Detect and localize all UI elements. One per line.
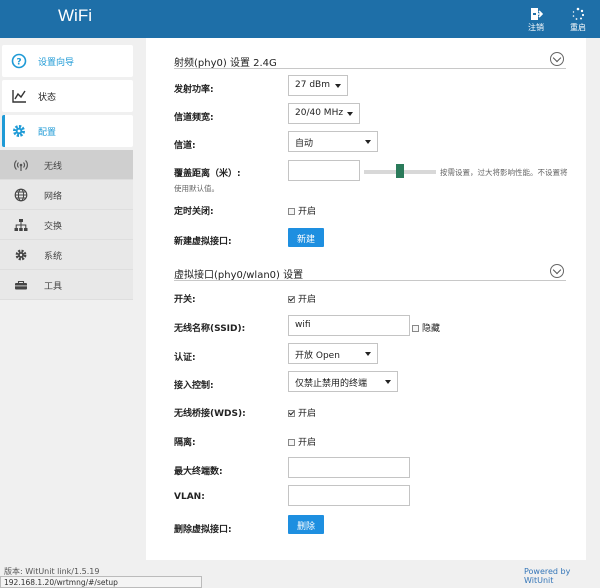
access-control-select[interactable]: 仅禁止禁用的终端 (288, 371, 398, 392)
auth-value: 开放 Open (295, 351, 340, 361)
collapse-vif-section-icon[interactable] (550, 264, 564, 278)
sidebar-item-status[interactable]: 状态 (2, 80, 133, 112)
section-divider (174, 68, 566, 69)
ssid-label: 无线名称(SSID): (174, 324, 246, 334)
sidebar-subitem-label: 工具 (44, 282, 63, 292)
coverage-hint-default: 使用默认值。 (174, 184, 219, 193)
timer-off-option: 开启 (298, 207, 317, 217)
gear-icon (15, 249, 27, 261)
vlan-input[interactable] (288, 485, 410, 506)
isolation-label: 隔离: (174, 438, 196, 448)
radio-section-title: 射频(phy0) 设置 2.4G (174, 58, 277, 69)
max-clients-label: 最大终端数: (174, 467, 223, 477)
timer-off-checkbox[interactable]: 开启 (288, 204, 316, 217)
reboot-button[interactable]: 重启 (563, 7, 593, 33)
coverage-input[interactable] (288, 160, 360, 181)
sidebar-subitem-label: 系统 (44, 252, 63, 262)
powered-by-link[interactable]: Powered by WitUnit (524, 567, 600, 585)
switch-option: 开启 (298, 295, 317, 305)
delete-vif-label: 删除虚拟接口: (174, 525, 232, 535)
sidebar-item-setup-wizard[interactable]: ? 设置向导 (2, 45, 133, 77)
sidebar-item-config[interactable]: 配置 (2, 115, 133, 147)
sidebar-subitem-switch[interactable]: 交换 (0, 210, 133, 240)
hide-option: 隐藏 (422, 324, 441, 334)
checkbox-box[interactable] (288, 439, 295, 446)
coverage-slider-handle[interactable] (396, 164, 404, 178)
sidebar-subitem-label: 网络 (44, 192, 63, 202)
auth-label: 认证: (174, 353, 196, 363)
gear-icon (13, 125, 25, 137)
checkbox-box[interactable] (288, 410, 295, 417)
coverage-label: 覆盖距离（米）: (174, 169, 241, 179)
coverage-hint: 按需设置，过大将影响性能。不设置将 (440, 168, 568, 177)
status-bar-url: 192.168.1.20/wrtmng/#/setup (0, 576, 202, 588)
logout-button[interactable]: 注销 (521, 7, 551, 33)
chevron-down-icon (385, 380, 391, 384)
bandwidth-value: 20/40 MHz (295, 108, 344, 118)
top-header: WiFi 注销 重启 (0, 0, 600, 38)
sidebar: ? 设置向导 状态 配置 无线 网络 交换 系统 工具 (0, 38, 138, 560)
toolbox-icon (15, 280, 27, 290)
wds-option: 开启 (298, 409, 317, 419)
new-vif-button[interactable]: 新建 (288, 228, 325, 247)
isolation-checkbox[interactable]: 开启 (288, 435, 316, 448)
checkbox-box[interactable] (288, 296, 295, 303)
logout-label: 注销 (528, 23, 544, 32)
chevron-down-icon (365, 352, 371, 356)
vif-section-title: 虚拟接口(phy0/wlan0) 设置 (174, 270, 304, 281)
sidebar-subitem-label: 无线 (44, 162, 63, 172)
sidebar-subitem-wireless[interactable]: 无线 (0, 150, 133, 180)
section-divider (174, 280, 566, 281)
question-circle-icon: ? (11, 53, 27, 69)
chevron-down-icon (347, 112, 353, 116)
chevron-down-icon (335, 84, 341, 88)
vlan-label: VLAN: (174, 492, 205, 502)
switch-checkbox[interactable]: 开启 (288, 292, 316, 305)
globe-icon (14, 188, 28, 202)
main-content: 射频(phy0) 设置 2.4G 发射功率: 27 dBm 信道频宽: 20/4… (146, 38, 586, 560)
ssid-input[interactable]: wifi (288, 315, 410, 336)
wds-checkbox[interactable]: 开启 (288, 406, 316, 419)
new-vif-label: 新建虚拟接口: (174, 237, 232, 247)
access-control-label: 接入控制: (174, 381, 214, 391)
sidebar-subitem-tools[interactable]: 工具 (0, 270, 133, 300)
wifi-signal-icon (14, 160, 28, 171)
line-chart-icon (12, 90, 26, 103)
sidebar-subitem-network[interactable]: 网络 (0, 180, 133, 210)
reboot-label: 重启 (570, 23, 586, 32)
access-control-value: 仅禁止禁用的终端 (295, 379, 368, 389)
max-clients-input[interactable] (288, 457, 410, 478)
sidebar-item-label: 设置向导 (38, 58, 75, 68)
auth-select[interactable]: 开放 Open (288, 343, 378, 364)
bandwidth-select[interactable]: 20/40 MHz (288, 103, 360, 124)
tx-power-select[interactable]: 27 dBm (288, 75, 348, 96)
network-tree-icon (14, 219, 28, 231)
isolation-option: 开启 (298, 438, 317, 448)
timer-off-label: 定时关闭: (174, 207, 214, 217)
chevron-down-icon (365, 140, 371, 144)
channel-label: 信道: (174, 141, 196, 151)
channel-value: 自动 (295, 139, 314, 149)
bandwidth-label: 信道频宽: (174, 113, 214, 123)
channel-select[interactable]: 自动 (288, 131, 378, 152)
hide-ssid-checkbox[interactable]: 隐藏 (412, 321, 440, 334)
checkbox-box[interactable] (412, 325, 419, 332)
reboot-icon (572, 7, 585, 20)
switch-label: 开关: (174, 295, 196, 305)
sidebar-item-label: 配置 (38, 128, 57, 138)
wds-label: 无线桥接(WDS): (174, 409, 246, 419)
tx-power-value: 27 dBm (295, 80, 330, 90)
tx-power-label: 发射功率: (174, 85, 214, 95)
checkbox-box[interactable] (288, 208, 295, 215)
sidebar-item-label: 状态 (38, 93, 57, 103)
sidebar-subitem-label: 交换 (44, 222, 63, 232)
sidebar-subitem-system[interactable]: 系统 (0, 240, 133, 270)
svg-text:?: ? (16, 58, 21, 68)
collapse-radio-section-icon[interactable] (550, 52, 564, 66)
logout-icon (531, 8, 543, 20)
brand-title: WiFi (58, 6, 92, 25)
delete-vif-button[interactable]: 删除 (288, 515, 325, 534)
